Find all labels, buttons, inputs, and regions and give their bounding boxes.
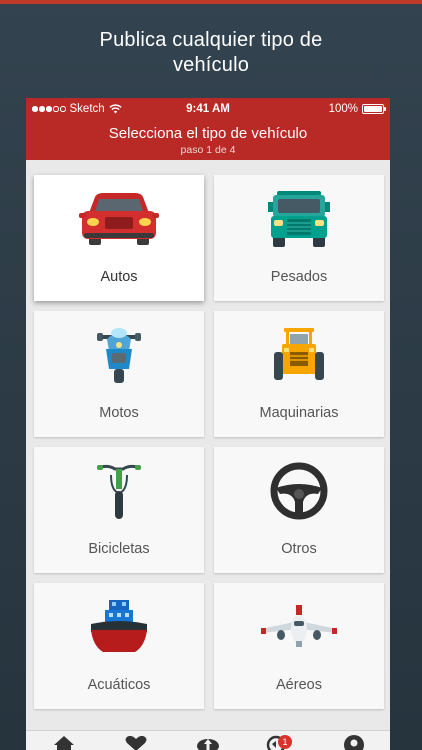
category-label: Otros <box>281 541 317 557</box>
category-card-bicicletas[interactable]: Bicicletas <box>34 447 204 573</box>
status-bar: Sketch 9:41 AM 100% <box>26 98 390 120</box>
heart-icon[interactable] <box>124 735 148 750</box>
category-label: Aéreos <box>276 677 322 693</box>
headline-line-1: Publica cualquier tipo de <box>99 29 323 51</box>
category-card-otros[interactable]: Otros <box>214 447 384 573</box>
boat-icon <box>91 600 147 652</box>
category-label: Maquinarias <box>259 405 339 421</box>
truck-icon <box>268 191 330 247</box>
category-card-acuaticos[interactable]: Acuáticos <box>34 583 204 709</box>
category-label: Bicicletas <box>88 541 150 557</box>
bicycle-icon <box>97 464 141 519</box>
page-title: Selecciona el tipo de vehículo <box>108 125 308 142</box>
navigation-bar: Selecciona el tipo de vehículo paso 1 de… <box>26 120 390 160</box>
scooter-icon <box>97 328 141 383</box>
category-label: Autos <box>100 269 138 285</box>
tab-bar: 1 <box>26 730 390 750</box>
headline-line-2: vehículo <box>172 54 250 76</box>
category-label: Pesados <box>270 269 328 285</box>
category-card-maquinarias[interactable]: Maquinarias <box>214 311 384 437</box>
status-right: 100% <box>328 103 386 115</box>
battery-percent: 100% <box>328 103 358 115</box>
category-label: Acuáticos <box>87 677 151 693</box>
airplane-icon <box>261 605 337 647</box>
category-card-aereos[interactable]: Aéreos <box>214 583 384 709</box>
tractor-icon <box>274 328 324 380</box>
messages-badge: 1 <box>278 735 292 749</box>
profile-icon[interactable] <box>342 735 366 750</box>
category-card-pesados[interactable]: Pesados <box>214 175 384 301</box>
headline: Publica cualquier tipo de vehículo <box>0 28 422 78</box>
home-icon[interactable] <box>52 735 76 750</box>
steering-wheel-icon <box>270 462 328 520</box>
top-accent-bar <box>0 0 422 4</box>
category-card-autos[interactable]: Autos <box>34 175 204 301</box>
category-label: Motos <box>99 405 139 421</box>
upload-icon[interactable] <box>196 735 220 750</box>
battery-icon <box>362 104 386 114</box>
category-card-motos[interactable]: Motos <box>34 311 204 437</box>
car-icon <box>79 193 159 245</box>
messages-tab[interactable]: 1 <box>266 735 292 750</box>
step-indicator: paso 1 de 4 <box>180 144 236 156</box>
phone-screen: Sketch 9:41 AM 100% Selecciona el tipo d… <box>26 98 390 750</box>
